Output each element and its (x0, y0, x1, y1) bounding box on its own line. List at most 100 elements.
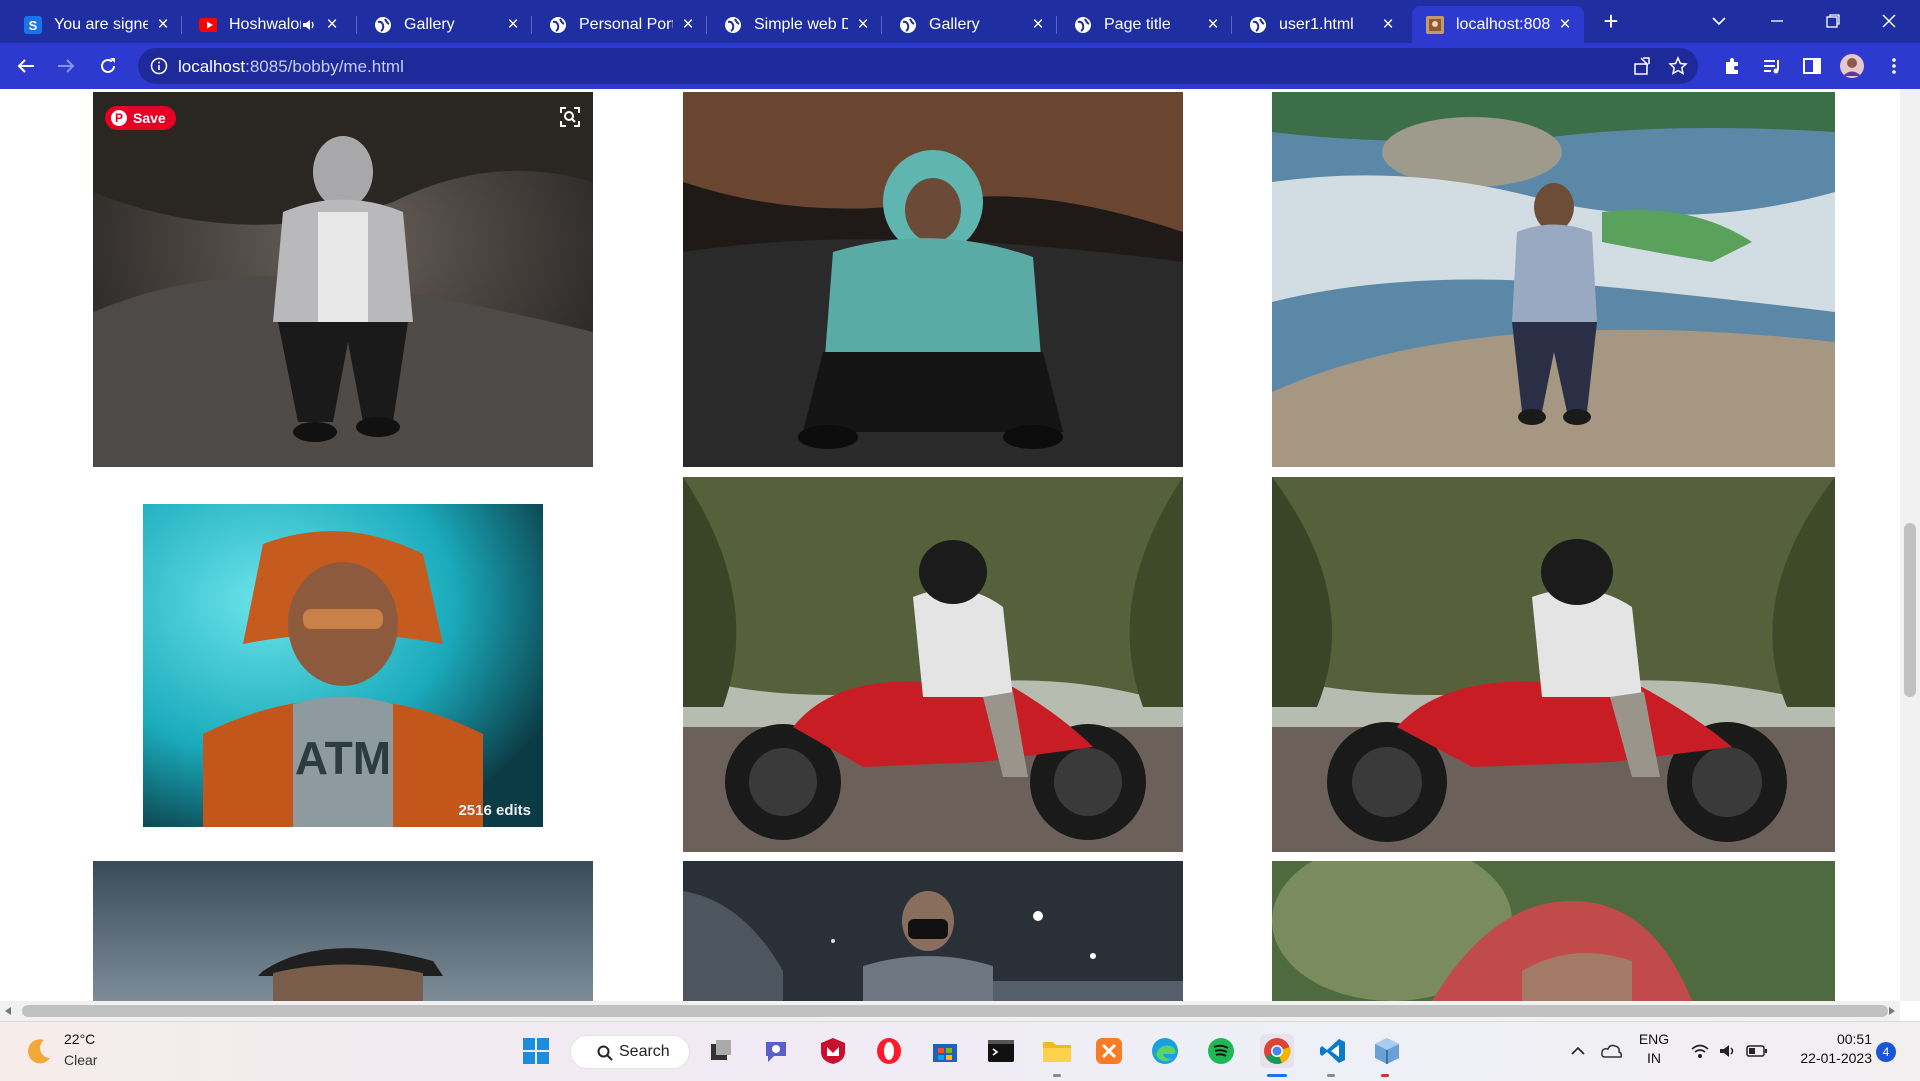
virtualbox-app[interactable] (1370, 1034, 1404, 1068)
terminal-icon (988, 1040, 1014, 1062)
address-url[interactable]: localhost:8085/bobby/me.html (178, 57, 404, 77)
gallery-photo[interactable]: ATM 2516 edits (143, 504, 543, 827)
close-tab-icon[interactable]: × (154, 15, 172, 34)
tab-label: user1.html (1279, 15, 1354, 33)
gallery-photo[interactable] (93, 861, 593, 1001)
photo-icon (1426, 15, 1444, 34)
media-control-button[interactable] (1756, 50, 1788, 82)
edge-app[interactable] (1148, 1034, 1182, 1068)
close-tab-icon[interactable]: × (854, 15, 872, 34)
horizontal-scroll-thumb[interactable] (22, 1005, 1888, 1017)
close-tab-icon[interactable]: × (323, 15, 341, 34)
gallery-photo[interactable] (1272, 861, 1835, 1001)
bookmark-star-icon[interactable] (1668, 56, 1688, 76)
scroll-left-arrow-icon[interactable] (4, 1007, 12, 1015)
photo-man-mask-bridge (683, 861, 1183, 1001)
task-view-button[interactable] (704, 1034, 738, 1068)
gallery-photo[interactable] (1272, 477, 1835, 852)
tab-localhost[interactable]: localhost:8085 × (1412, 6, 1584, 43)
speaker-icon[interactable] (301, 17, 317, 33)
close-tab-icon[interactable]: × (1204, 15, 1222, 34)
tab-label: Simple web Design (754, 15, 848, 33)
site-info-icon[interactable] (150, 57, 168, 75)
tab-gallery-2[interactable]: Gallery × (885, 6, 1057, 43)
running-indicator (1327, 1074, 1335, 1077)
globe-icon (1249, 16, 1267, 34)
opera-app[interactable] (872, 1034, 906, 1068)
back-button[interactable] (10, 50, 42, 82)
tab-you-are-signed-in[interactable]: S You are signed in × (10, 6, 182, 43)
address-bar[interactable]: localhost:8085/bobby/me.html (138, 48, 1698, 84)
new-tab-button[interactable]: + (1598, 8, 1624, 34)
vertical-scroll-thumb[interactable] (1904, 523, 1916, 697)
globe-icon (724, 16, 742, 34)
url-host: localhost (178, 57, 246, 76)
tab-label: Gallery (404, 15, 455, 33)
scroll-right-arrow-icon[interactable] (1888, 1007, 1896, 1015)
tab-label: Hoshwalon (229, 15, 301, 33)
tab-personal-portfolio[interactable]: Personal Portfolio × (535, 6, 707, 43)
onedrive-cloud-icon[interactable] (1600, 1041, 1622, 1061)
chrome-app[interactable] (1260, 1034, 1294, 1068)
close-window-icon[interactable] (1874, 6, 1904, 36)
youtube-icon (199, 16, 217, 34)
share-icon[interactable] (1632, 56, 1652, 76)
close-tab-icon[interactable]: × (504, 15, 522, 34)
weather-widget[interactable]: 22°C Clear (16, 1022, 126, 1081)
meet-app[interactable] (760, 1034, 794, 1068)
terminal-app[interactable] (984, 1034, 1018, 1068)
chrome-menu-button[interactable] (1878, 50, 1910, 82)
forward-button[interactable] (50, 50, 82, 82)
tab-separator (706, 16, 707, 34)
vscode-app[interactable] (1316, 1034, 1350, 1068)
mcafee-app[interactable] (816, 1034, 850, 1068)
xampp-app[interactable] (1092, 1034, 1126, 1068)
language-indicator[interactable]: ENG IN (1636, 1031, 1672, 1066)
restore-icon[interactable] (1818, 6, 1848, 36)
close-tab-icon[interactable]: × (1029, 15, 1047, 34)
visual-search-icon[interactable] (559, 106, 581, 128)
horizontal-scrollbar[interactable] (0, 1001, 1900, 1021)
start-button[interactable] (519, 1034, 553, 1068)
globe-icon (549, 16, 567, 34)
gallery-photo[interactable] (683, 477, 1183, 852)
tab-page-title[interactable]: Page title × (1060, 6, 1232, 43)
file-explorer-app[interactable] (1040, 1034, 1074, 1068)
taskbar-search[interactable]: Search (570, 1035, 690, 1069)
gallery-photo[interactable] (1272, 92, 1835, 467)
tab-simple-web-design[interactable]: Simple web Design × (710, 6, 882, 43)
url-path: :8085/bobby/me.html (245, 57, 404, 76)
store-app[interactable] (928, 1034, 962, 1068)
wifi-icon[interactable] (1690, 1042, 1710, 1060)
extensions-button[interactable] (1716, 50, 1748, 82)
spotify-app[interactable] (1204, 1034, 1238, 1068)
gallery-photo[interactable] (683, 861, 1183, 1001)
close-tab-icon[interactable]: × (679, 15, 697, 34)
back-arrow-icon (17, 59, 34, 73)
notification-badge[interactable]: 4 (1876, 1042, 1896, 1062)
side-panel-button[interactable] (1796, 50, 1828, 82)
gallery-photo[interactable] (683, 92, 1183, 467)
show-hidden-icons-chevron-icon[interactable] (1570, 1043, 1586, 1059)
tab-user1[interactable]: user1.html × (1235, 6, 1407, 43)
pinterest-save-button[interactable]: P Save (105, 106, 176, 130)
tab-search-chevron-icon[interactable] (1704, 6, 1734, 36)
volume-icon[interactable] (1718, 1042, 1738, 1060)
vscode-icon (1320, 1039, 1345, 1063)
profile-avatar[interactable] (1836, 50, 1868, 82)
browser-toolbar: localhost:8085/bobby/me.html (0, 43, 1920, 89)
close-tab-icon[interactable]: × (1379, 15, 1397, 34)
gallery-photo[interactable]: P Save (93, 92, 593, 467)
kebab-menu-icon (1892, 58, 1896, 74)
reload-button[interactable] (92, 50, 124, 82)
minimize-icon[interactable] (1762, 6, 1792, 36)
vertical-scrollbar[interactable] (1900, 89, 1920, 1001)
tab-hoshwalon[interactable]: Hoshwalon × (185, 6, 357, 43)
close-tab-icon[interactable]: × (1556, 15, 1574, 34)
tab-gallery[interactable]: Gallery × (360, 6, 532, 43)
moon-icon (28, 1039, 50, 1064)
battery-icon[interactable] (1746, 1043, 1768, 1059)
clock[interactable]: 00:51 22-01-2023 (1782, 1031, 1872, 1066)
weather-temperature: 22°C (64, 1031, 96, 1047)
windows-logo-icon (523, 1038, 549, 1064)
